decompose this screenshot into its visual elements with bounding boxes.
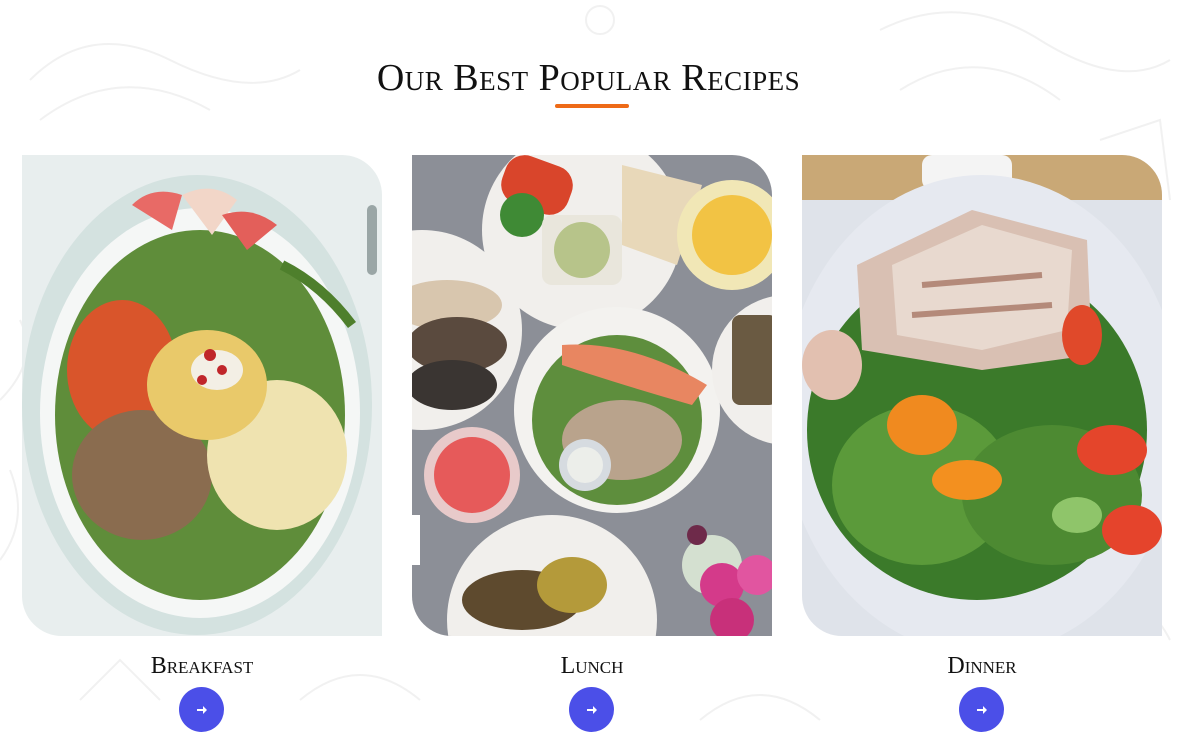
recipe-title: Lunch	[560, 653, 624, 679]
dinner-photo[interactable]	[802, 155, 1162, 636]
recipe-card-lunch: Lunch	[412, 155, 772, 745]
recipe-card-dinner: Dinner	[802, 155, 1162, 745]
recipe-title: Breakfast	[150, 653, 254, 679]
dinner-go-button[interactable]	[959, 687, 1004, 732]
arrow-right-icon	[976, 705, 987, 714]
lunch-photo[interactable]	[412, 155, 772, 636]
breakfast-photo[interactable]	[22, 155, 382, 636]
breakfast-go-button[interactable]	[179, 687, 224, 732]
lunch-go-button[interactable]	[569, 687, 614, 732]
recipe-card-breakfast: Breakfast	[22, 155, 382, 745]
arrow-right-icon	[586, 705, 597, 714]
popular-recipes-section: Our Best Popular Recipes Breakfast Lunch…	[0, 0, 1177, 747]
title-underline	[555, 104, 629, 108]
section-title: Our Best Popular Recipes	[376, 57, 801, 99]
arrow-right-icon	[196, 705, 207, 714]
recipe-title: Dinner	[947, 653, 1017, 679]
